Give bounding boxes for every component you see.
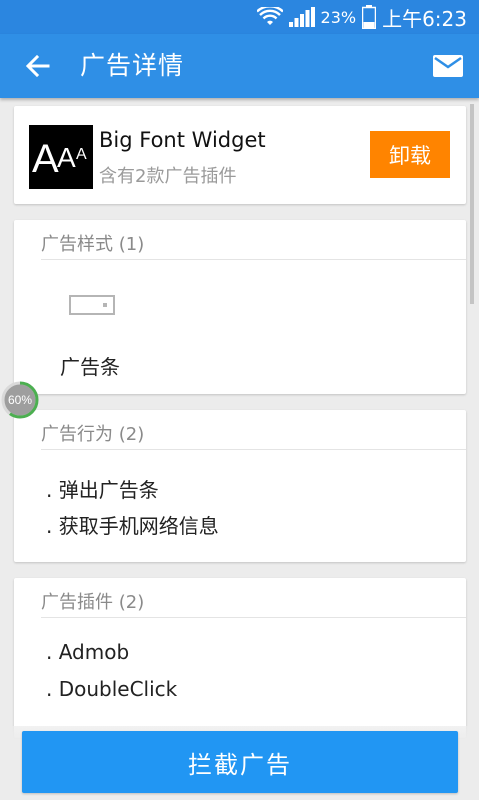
app-subtitle: 含有2款广告插件 xyxy=(99,166,237,187)
back-button[interactable] xyxy=(20,48,56,84)
divider xyxy=(41,449,466,450)
block-ads-button[interactable]: 拦截广告 xyxy=(22,731,458,793)
battery-percent: 23% xyxy=(320,7,357,27)
section-title-ad-plugins: 广告插件 (2) xyxy=(41,592,145,613)
list-item: . 弹出广告条 xyxy=(46,478,159,502)
status-icons: 23% 上午6:23 xyxy=(256,0,467,34)
mail-button[interactable] xyxy=(431,50,465,82)
scrollbar[interactable] xyxy=(470,104,474,304)
arrow-left-icon xyxy=(26,55,50,77)
signal-icon xyxy=(288,7,315,27)
list-item: . DoubleClick xyxy=(46,677,178,701)
list-item: . 获取手机网络信息 xyxy=(46,514,219,538)
section-title-ad-behaviors: 广告行为 (2) xyxy=(41,424,145,445)
app-name: Big Font Widget xyxy=(99,128,266,152)
wifi-icon xyxy=(256,7,283,25)
mail-icon xyxy=(433,55,463,77)
progress-label: 60% xyxy=(7,393,33,407)
app-info-card: A A A Big Font Widget 含有2款广告插件 卸载 xyxy=(14,106,466,204)
status-bar: 23% 上午6:23 xyxy=(0,0,479,34)
app-icon-glyph-small: A xyxy=(76,146,87,163)
ad-behaviors-card: 广告行为 (2) . 弹出广告条 . 获取手机网络信息 xyxy=(14,410,466,562)
divider xyxy=(41,617,466,618)
list-item: . Admob xyxy=(46,640,130,664)
app-icon-glyph-medium: A xyxy=(57,142,76,173)
section-title-ad-styles: 广告样式 (1) xyxy=(41,234,145,255)
floating-progress-bubble[interactable]: 60% xyxy=(0,380,40,420)
app-icon-glyph-large: A xyxy=(32,137,59,181)
ad-plugins-card: 广告插件 (2) . Admob . DoubleClick xyxy=(14,578,466,738)
clock: 上午6:23 xyxy=(382,6,467,31)
uninstall-button[interactable]: 卸载 xyxy=(370,131,450,178)
banner-icon xyxy=(69,295,115,315)
app-bar: 广告详情 xyxy=(0,34,479,98)
page-title: 广告详情 xyxy=(80,51,185,80)
app-icon: A A A xyxy=(29,125,93,189)
battery-icon xyxy=(362,5,377,29)
ad-styles-card: 广告样式 (1) 广告条 xyxy=(14,220,466,394)
divider xyxy=(41,259,466,260)
ad-style-label: 广告条 xyxy=(60,355,120,379)
